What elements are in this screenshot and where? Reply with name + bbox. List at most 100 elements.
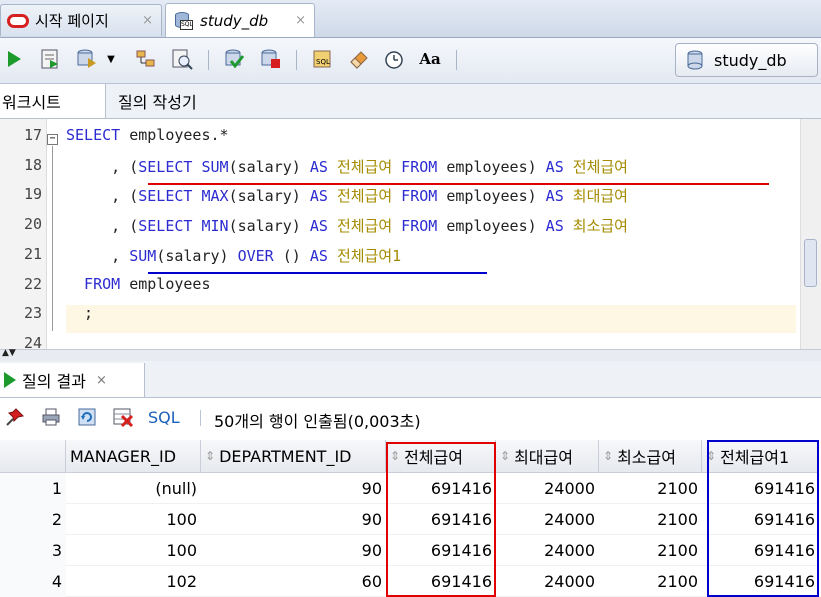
table-cell[interactable]: 2100	[599, 504, 702, 535]
sort-icon[interactable]: ⇕	[205, 449, 215, 463]
column-header[interactable]: ⇕ 최소급여	[599, 440, 702, 473]
sort-icon[interactable]: ⇕	[603, 449, 613, 463]
table-cell[interactable]: 24000	[496, 504, 599, 535]
explain-plan-button[interactable]	[134, 47, 158, 71]
eraser-icon	[350, 51, 368, 69]
print-button[interactable]	[40, 406, 62, 428]
table-cell[interactable]: 2100	[599, 535, 702, 566]
clear-button[interactable]	[346, 47, 370, 71]
table-cell[interactable]: 60	[201, 566, 386, 597]
row-number[interactable]: 1	[0, 473, 66, 504]
sql-keyword: SELECT SUM	[138, 157, 229, 176]
fold-guide	[52, 146, 53, 331]
red-box-annotation	[386, 442, 496, 597]
table-cell[interactable]: 24000	[496, 473, 599, 504]
line-number: 17	[23, 126, 42, 144]
sql-keyword: FROM	[401, 187, 438, 206]
database-icon	[77, 49, 96, 68]
table-cell[interactable]: 100	[66, 504, 201, 535]
sql-keyword: SUM	[129, 246, 157, 265]
close-icon[interactable]: ×	[96, 373, 107, 388]
table-cell[interactable]: 24000	[496, 535, 599, 566]
row-number[interactable]: 4	[0, 566, 66, 597]
editor-scrollbar[interactable]	[800, 119, 821, 349]
column-alias: 전체급여	[336, 157, 393, 176]
table-cell[interactable]: 90	[201, 473, 386, 504]
table-cell[interactable]: 24000	[496, 566, 599, 597]
sort-icon[interactable]: ⇕	[500, 449, 510, 463]
explain-plan-icon	[136, 50, 155, 67]
commit-icon	[225, 49, 245, 69]
table-cell[interactable]: 2100	[599, 566, 702, 597]
column-alias: 최소급여	[572, 217, 628, 236]
grid-delete-icon	[113, 408, 134, 428]
code-line: , SUM(salary) OVER () AS 전체급여1	[66, 245, 401, 266]
results-tab-bar: 질의 결과 ×	[0, 361, 821, 398]
sql-editor[interactable]: − 17 SELECT employees.* 18 , (SELECT SUM(s…	[0, 119, 821, 349]
sql-tuning-button[interactable]	[170, 47, 194, 71]
run-statement-button[interactable]	[2, 47, 26, 71]
table-cell[interactable]: 100	[66, 535, 201, 566]
delete-button[interactable]	[112, 406, 134, 428]
tab-start-page[interactable]: 시작 페이지 ×	[0, 4, 162, 36]
column-alias: 최대급여	[572, 187, 628, 206]
column-header[interactable]: ⇕ 최대급여	[496, 440, 599, 473]
line-number: 18	[23, 155, 42, 174]
sql-keyword: FROM	[66, 274, 121, 293]
magnifier-icon	[172, 49, 193, 70]
tab-worksheet[interactable]: 워크시트	[0, 84, 106, 118]
code-text: ()	[273, 246, 310, 265]
connection-selector[interactable]: study_db	[675, 43, 818, 77]
fetch-status: 50개의 행이 인출됨(0,003초)	[214, 412, 421, 431]
code-line: SELECT employees.*	[66, 126, 229, 144]
rollback-button[interactable]	[258, 47, 282, 71]
sql-history-icon: SQL	[313, 50, 331, 68]
table-cell[interactable]: (null)	[66, 473, 201, 504]
close-icon[interactable]: ×	[295, 13, 306, 28]
tab-query-result[interactable]: 질의 결과 ×	[0, 363, 145, 397]
tab-study-db-label: study_db	[200, 11, 269, 30]
editor-subtabs: 워크시트 질의 작성기	[0, 84, 821, 119]
refresh-button[interactable]	[76, 406, 98, 428]
commit-button[interactable]	[222, 47, 246, 71]
column-header[interactable]: MANAGER_ID	[66, 440, 201, 473]
run-script-button[interactable]	[38, 47, 62, 71]
code-text: employees)	[437, 157, 546, 176]
sql-link[interactable]: SQL	[148, 408, 180, 427]
code-text: employees.*	[120, 126, 229, 144]
close-icon[interactable]: ×	[142, 13, 153, 28]
table-cell[interactable]: 102	[66, 566, 201, 597]
sql-keyword: FROM	[401, 217, 438, 236]
sql-history-button[interactable]: SQL	[310, 47, 334, 71]
column-header-label: 최대급여	[514, 448, 573, 467]
fold-toggle-icon[interactable]: −	[47, 134, 58, 145]
tab-query-builder[interactable]: 질의 작성기	[118, 84, 197, 118]
sql-keyword: AS	[545, 157, 564, 176]
code-text: ,	[66, 246, 130, 265]
svg-text:SQL: SQL	[316, 58, 330, 66]
line-number: 20	[23, 215, 42, 234]
tab-study-db[interactable]: SQL study_db ×	[165, 3, 315, 37]
code-line: , (SELECT MIN(salary) AS 전체급여 FROM emplo…	[66, 215, 628, 236]
table-cell[interactable]: 90	[201, 504, 386, 535]
scrollbar-thumb[interactable]	[804, 239, 817, 287]
connection-name: study_db	[714, 50, 787, 70]
table-cell[interactable]: 2100	[599, 473, 702, 504]
row-number[interactable]: 2	[0, 504, 66, 535]
to-upper-lower-button[interactable]: Aa	[418, 47, 442, 71]
printer-icon	[42, 408, 60, 426]
row-number[interactable]: 3	[0, 535, 66, 566]
column-header-label: DEPARTMENT_ID	[219, 446, 352, 466]
pin-button[interactable]	[4, 406, 26, 428]
code-line: , (SELECT SUM(salary) AS 전체급여 FROM emplo…	[66, 156, 628, 177]
table-cell[interactable]: 90	[201, 535, 386, 566]
column-header[interactable]: ⇕ DEPARTMENT_ID	[201, 440, 386, 473]
unshared-worksheet-button[interactable]	[382, 47, 406, 71]
autotrace-button[interactable]	[74, 47, 98, 71]
toolbar-separator	[208, 50, 209, 70]
dropdown-button[interactable]: ▼	[104, 47, 118, 71]
collapse-arrows-icon[interactable]: ▲▼	[2, 348, 16, 358]
